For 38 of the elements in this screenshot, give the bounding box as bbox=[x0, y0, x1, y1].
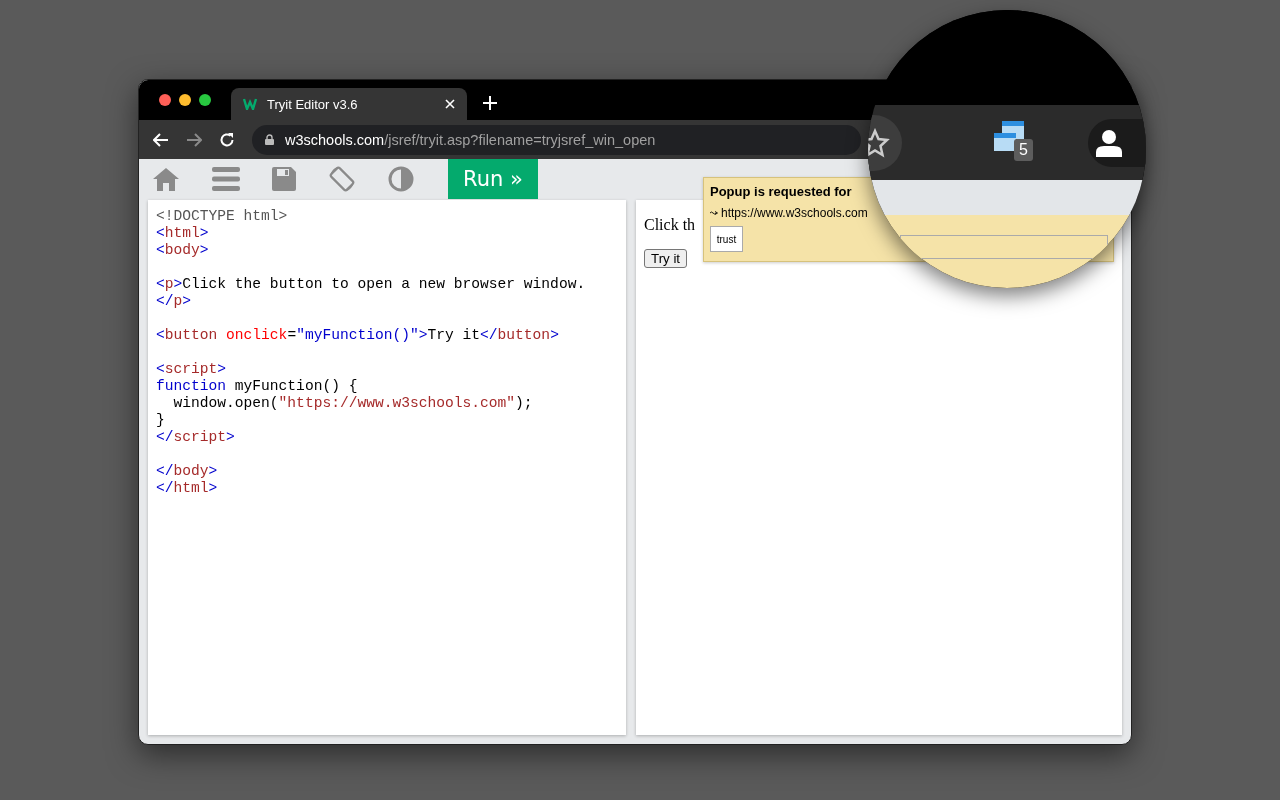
save-icon[interactable] bbox=[272, 167, 296, 191]
code-line: </html> bbox=[156, 480, 218, 497]
close-window-icon[interactable] bbox=[159, 94, 171, 106]
trust-button[interactable]: trust bbox=[710, 226, 743, 252]
code-line: <body> bbox=[156, 242, 209, 259]
code-line: function myFunction() { bbox=[156, 378, 358, 395]
profile-icon[interactable] bbox=[1088, 118, 1146, 167]
code-line: <p>Click the button to open a new browser window. bbox=[156, 276, 586, 293]
count-badge: 5 bbox=[1014, 138, 1033, 161]
code-line: window.open("https://www.w3schools.com"); bbox=[172, 395, 533, 412]
forward-arrow-icon[interactable] bbox=[186, 132, 202, 147]
code-line: </script> bbox=[156, 429, 235, 446]
minimize-window-icon[interactable] bbox=[179, 94, 191, 106]
redirect-arrow-icon bbox=[710, 211, 718, 215]
code-line: <html> bbox=[156, 225, 209, 242]
back-arrow-icon[interactable] bbox=[153, 132, 169, 147]
try-it-button[interactable]: Try it bbox=[644, 249, 688, 268]
lock-icon bbox=[265, 134, 274, 145]
code-line: <!DOCTYPE html> bbox=[156, 208, 288, 225]
contrast-icon[interactable] bbox=[388, 166, 414, 192]
logo-icon bbox=[243, 98, 259, 110]
browser-tab[interactable]: Tryit Editor v3.6 bbox=[231, 88, 467, 120]
close-icon[interactable] bbox=[445, 99, 455, 109]
popup-title: Popup is requested for bbox=[710, 184, 852, 199]
address-field[interactable]: w3schools.com/jsref/tryit.asp?filename=tryjsref_win_open bbox=[252, 124, 861, 155]
code-line: } bbox=[156, 412, 165, 429]
paragraph-text: Click th bbox=[644, 216, 696, 234]
menu-icon[interactable] bbox=[212, 167, 240, 191]
popup-url: https://www.w3schools.com bbox=[721, 206, 868, 220]
code-line: <button onclick="myFunction()">Try it</button> bbox=[156, 327, 559, 344]
plus-icon[interactable] bbox=[483, 96, 497, 110]
code-line: </body> bbox=[156, 463, 218, 480]
rotate-icon[interactable] bbox=[328, 165, 356, 193]
home-icon[interactable] bbox=[152, 166, 180, 192]
code-line: </p> bbox=[156, 293, 192, 310]
reload-icon[interactable] bbox=[219, 131, 235, 148]
code-line: <script> bbox=[156, 361, 227, 378]
zoom-window-icon[interactable] bbox=[199, 94, 211, 106]
